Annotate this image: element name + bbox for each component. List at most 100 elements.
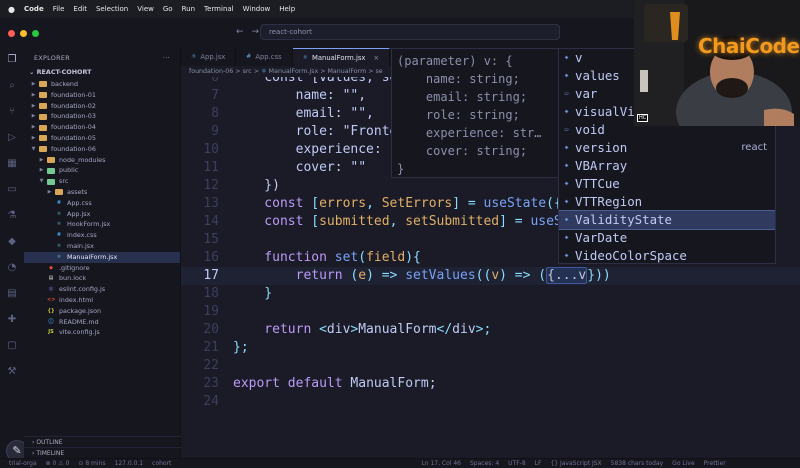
suggestion-item[interactable]: ◈ VTTCue	[559, 175, 775, 193]
tree-item-node-modules[interactable]: ▶ node_modules	[24, 155, 180, 166]
tree-item--gitignore[interactable]: ◆ .gitignore	[24, 263, 180, 274]
tree-item-app-jsx[interactable]: ⚛ App.jsx	[24, 209, 180, 220]
explorer-icon[interactable]: ❐	[6, 54, 18, 66]
menu-help[interactable]: Help	[279, 5, 295, 13]
docker-icon[interactable]: ◆	[6, 236, 18, 248]
status-item[interactable]: 5838 chars today	[611, 460, 664, 467]
status-item[interactable]: Prettier	[704, 460, 726, 467]
tree-item-public[interactable]: ▶ public	[24, 165, 180, 176]
tree-item-src[interactable]: ▼ src	[24, 176, 180, 187]
tree-item-hookform-jsx[interactable]: ⚛ HookForm.jsx	[24, 219, 180, 230]
status-item[interactable]: trial-orga	[9, 460, 37, 467]
status-item[interactable]: 127.0.0.1	[115, 460, 144, 467]
code-line[interactable]: 21};	[181, 339, 800, 357]
source-control-icon[interactable]: ⑂	[6, 106, 18, 118]
puzzle-icon[interactable]: ✚	[6, 314, 18, 326]
tree-item-foundation-04[interactable]: ▶ foundation-04	[24, 122, 180, 133]
search-icon[interactable]: ⌕	[6, 80, 18, 92]
remote-explorer-icon[interactable]: ▭	[6, 184, 18, 196]
outline-section[interactable]: › OUTLINE	[24, 436, 181, 447]
breadcrumb-file[interactable]: ManualForm.jsx	[269, 68, 319, 75]
tree-item-foundation-05[interactable]: ▶ foundation-05	[24, 133, 180, 144]
suggestion-item[interactable]: ◈ version react	[559, 139, 775, 157]
tree-item-index-html[interactable]: <> index.html	[24, 295, 180, 306]
presenter-video	[634, 0, 800, 126]
code-line[interactable]: 23 export default ManualForm;	[181, 375, 800, 393]
close-window-button[interactable]	[8, 29, 15, 37]
tree-item-manualform-jsx[interactable]: ⚛ ManualForm.jsx	[24, 251, 180, 263]
tree-item-backend[interactable]: ▶ backend	[24, 79, 180, 90]
run-debug-icon[interactable]: ▷	[6, 132, 18, 144]
status-item[interactable]: Spaces: 4	[470, 460, 499, 467]
tree-item-app-css[interactable]: # App.css	[24, 198, 180, 209]
suggestion-item[interactable]: ◈ VBArray	[559, 157, 775, 175]
tree-item-assets[interactable]: ▶ assets	[24, 187, 180, 198]
chat-icon[interactable]: ▢	[6, 340, 18, 352]
tree-item-bun-lock[interactable]: ▤ bun.lock	[24, 273, 180, 284]
close-tab-icon[interactable]: ×	[373, 54, 379, 66]
extensions-icon[interactable]: ▦	[6, 158, 18, 170]
tree-item-readme-md[interactable]: ⓘ README.md	[24, 317, 180, 328]
code-token: v	[491, 268, 500, 283]
tab-app-jsx[interactable]: ⚛ App.jsx	[181, 48, 237, 66]
code-line[interactable]: 18 }	[181, 285, 800, 303]
command-center-search[interactable]: react-cohort	[260, 24, 560, 40]
back-arrow-icon[interactable]: ←	[236, 27, 252, 37]
breadcrumb-symbol[interactable]: ManualForm	[327, 68, 366, 75]
testing-icon[interactable]: ⚗	[6, 210, 18, 222]
timeline-section[interactable]: › TIMELINE	[24, 447, 181, 458]
explorer-sidebar: EXPLORER ··· ⌄ REACT-COHORT ▶ backend ▶ fou…	[24, 48, 181, 458]
tree-item-vite-config-js[interactable]: JS vite.config.js	[24, 327, 180, 338]
apple-menu-icon[interactable]: ●	[8, 5, 15, 14]
menu-app-name[interactable]: Code	[24, 5, 44, 13]
database-icon[interactable]: ▤	[6, 288, 18, 300]
zoom-window-button[interactable]	[32, 29, 39, 37]
menu-run[interactable]: Run	[182, 5, 195, 13]
tree-item-index-css[interactable]: # index.css	[24, 230, 180, 241]
status-item[interactable]: ⊙ 8 mins	[78, 460, 105, 467]
tools-icon[interactable]: ⚒	[6, 366, 18, 378]
explorer-more-icon[interactable]: ···	[163, 54, 170, 62]
tree-item-main-jsx[interactable]: ⚛ main.jsx	[24, 241, 180, 252]
tree-item-foundation-03[interactable]: ▶ foundation-03	[24, 111, 180, 122]
tree-item-foundation-06[interactable]: ▼ foundation-06	[24, 144, 180, 155]
tree-item-foundation-02[interactable]: ▶ foundation-02	[24, 101, 180, 112]
accounts-icon[interactable]: ◔	[6, 262, 18, 274]
code-line[interactable]: 24	[181, 393, 800, 411]
code-token: name: "",	[233, 88, 367, 103]
suggestion-item[interactable]: ◈ VideoColorSpace	[559, 247, 775, 263]
menu-view[interactable]: View	[137, 5, 154, 13]
tab-app-css[interactable]: # App.css	[236, 48, 293, 66]
suggestion-item[interactable]: ◈ ValidityState	[559, 210, 775, 230]
status-item[interactable]: UTF-8	[508, 460, 526, 467]
menu-terminal[interactable]: Terminal	[204, 5, 234, 13]
code-line[interactable]: 22	[181, 357, 800, 375]
status-item[interactable]: ⊗ 0 ⚠ 0	[46, 460, 70, 467]
code-token: return	[233, 268, 351, 283]
tree-item-package-json[interactable]: {} package.json	[24, 306, 180, 317]
status-item[interactable]: cohort	[152, 460, 171, 467]
code-line[interactable]: 19	[181, 303, 800, 321]
code-line[interactable]: 20 return <div>ManualForm</div>;	[181, 321, 800, 339]
status-item[interactable]: Go Live	[672, 460, 694, 467]
menu-edit[interactable]: Edit	[73, 5, 87, 13]
minimize-window-button[interactable]	[20, 29, 27, 37]
menu-selection[interactable]: Selection	[96, 5, 128, 13]
menu-window[interactable]: Window	[243, 5, 271, 13]
tree-item-foundation-01[interactable]: ▶ foundation-01	[24, 90, 180, 101]
status-item[interactable]: {} JavaScript JSX	[550, 460, 601, 467]
breadcrumb-path[interactable]: foundation-06 > src >	[189, 68, 261, 75]
tree-item-eslint-config-js[interactable]: ◎ eslint.config.js	[24, 284, 180, 295]
chevron-right-icon: ▶	[31, 113, 36, 120]
code-token: setSubmitted	[405, 214, 500, 229]
status-item[interactable]: LF	[535, 460, 542, 467]
tab-manualform-jsx[interactable]: ⚛ ManualForm.jsx ×	[292, 48, 391, 66]
menu-go[interactable]: Go	[163, 5, 173, 13]
suggestion-item[interactable]: ◈ VTTRegion	[559, 193, 775, 211]
status-item[interactable]: Ln 17, Col 46	[421, 460, 461, 467]
menu-file[interactable]: File	[53, 5, 65, 13]
suggestion-item[interactable]: ◈ VarDate	[559, 229, 775, 247]
breadcrumb-tail[interactable]: > se	[366, 68, 382, 75]
code-line[interactable]: 17 return (e) => setValues((v) => ({...v…	[181, 267, 800, 285]
project-root[interactable]: ⌄ REACT-COHORT	[24, 66, 180, 79]
